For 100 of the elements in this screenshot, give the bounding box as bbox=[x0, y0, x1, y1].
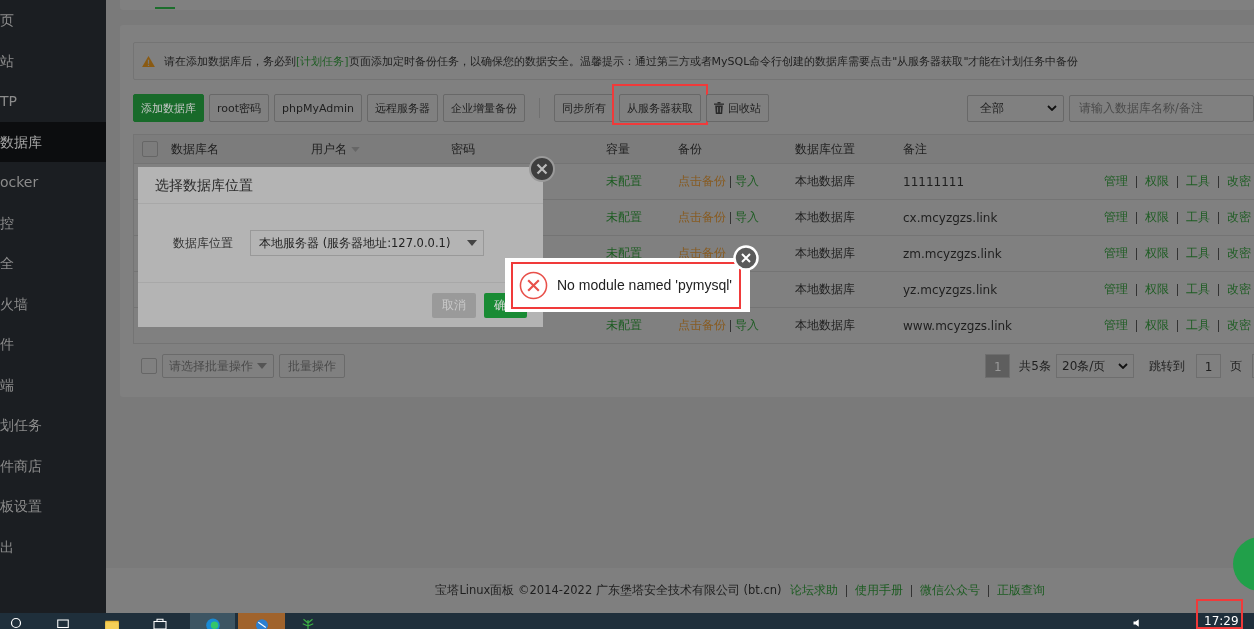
sidebar-item[interactable]: 划任务 bbox=[0, 405, 106, 446]
taskbar-app-button[interactable] bbox=[190, 613, 235, 629]
row-action-link[interactable]: 管理 bbox=[1104, 317, 1128, 334]
search-icon[interactable] bbox=[8, 617, 24, 629]
toolbar-button[interactable]: root密码 bbox=[209, 94, 270, 122]
page-size-select[interactable]: 20条/页 bbox=[1056, 354, 1134, 378]
sidebar-item[interactable]: 数据库 bbox=[0, 121, 106, 162]
warning-icon bbox=[142, 55, 155, 67]
capacity-status: 未配置 bbox=[606, 209, 642, 226]
field-label: 数据库位置 bbox=[173, 234, 233, 252]
row-action-link[interactable]: 改密 bbox=[1227, 281, 1251, 298]
row-action-link[interactable]: 权限 bbox=[1145, 173, 1169, 190]
sidebar-item[interactable]: 控 bbox=[0, 202, 106, 243]
filter-select[interactable]: 全部 bbox=[967, 94, 1064, 122]
row-action-link[interactable]: 改密 bbox=[1227, 317, 1251, 334]
row-action-link[interactable]: 权限 bbox=[1145, 317, 1169, 334]
clock[interactable]: 17:29 bbox=[1204, 614, 1239, 629]
row-action-link[interactable]: 改密 bbox=[1227, 209, 1251, 226]
column-header: 备份 bbox=[677, 140, 703, 158]
footer-link[interactable]: 微信公众号 bbox=[919, 583, 980, 598]
row-action-link[interactable]: 管理 bbox=[1104, 209, 1128, 226]
sidebar-item[interactable]: 件商店 bbox=[0, 445, 106, 486]
column-header: 数据库位置 bbox=[794, 140, 856, 158]
trash-icon bbox=[714, 102, 725, 114]
import-link[interactable]: 导入 bbox=[735, 317, 759, 334]
row-action-link[interactable]: 管理 bbox=[1104, 245, 1128, 262]
sidebar-item[interactable]: 板设置 bbox=[0, 486, 106, 527]
table-cell-text: cx.mcyzgzs.link bbox=[902, 210, 999, 225]
sidebar-item[interactable]: TP bbox=[0, 81, 106, 122]
toolbar-button[interactable]: phpMyAdmin bbox=[274, 94, 363, 122]
footer-link[interactable]: 使用手册 bbox=[854, 583, 903, 598]
row-action-link[interactable]: 改密 bbox=[1227, 173, 1251, 190]
column-header: 容量 bbox=[605, 140, 631, 158]
error-message: No module named 'pymysql' bbox=[557, 277, 732, 293]
row-action-link[interactable]: 管理 bbox=[1104, 173, 1128, 190]
footer-link[interactable]: 正版查询 bbox=[996, 583, 1045, 598]
toolbar-button[interactable]: 添加数据库 bbox=[133, 94, 204, 122]
toolbar-button[interactable]: 企业增量备份 bbox=[443, 94, 526, 122]
column-header: 备注 bbox=[902, 140, 928, 158]
chevron-icon bbox=[1118, 363, 1128, 369]
column-header: 密码 bbox=[450, 140, 476, 158]
row-action-link[interactable]: 工具 bbox=[1186, 281, 1210, 298]
page-button[interactable]: 1 bbox=[985, 354, 1011, 378]
toolbar-button[interactable]: 同步所有 bbox=[554, 94, 615, 122]
sidebar-item[interactable]: 页 bbox=[0, 0, 106, 41]
chevron-icon bbox=[1047, 105, 1057, 111]
jump-page-field[interactable]: 1 bbox=[1196, 354, 1221, 378]
row-action-link[interactable]: 改密 bbox=[1227, 245, 1251, 262]
table-cell-text: yz.mcyzgzs.link bbox=[902, 282, 999, 297]
total-count: 共5条 bbox=[1019, 357, 1051, 375]
sidebar-item[interactable]: 出 bbox=[0, 526, 106, 567]
sidebar-item[interactable]: 件 bbox=[0, 324, 106, 365]
caret-icon bbox=[257, 363, 267, 369]
import-link[interactable]: 导入 bbox=[735, 209, 759, 226]
column-header[interactable]: 用户名 bbox=[306, 140, 446, 158]
capacity-status: 未配置 bbox=[606, 317, 642, 334]
row-action-link[interactable]: 管理 bbox=[1104, 281, 1128, 298]
capacity-status: 未配置 bbox=[606, 245, 642, 262]
jump-label: 跳转到 bbox=[1149, 357, 1185, 375]
table-cell-text: 本地数据库 bbox=[794, 173, 856, 190]
scheduled-task-link[interactable]: [计划任务] bbox=[296, 54, 349, 68]
row-action-link[interactable]: 工具 bbox=[1186, 317, 1210, 334]
error-icon bbox=[519, 270, 548, 300]
import-link[interactable]: 导入 bbox=[735, 173, 759, 190]
toolbar-button[interactable]: 从服务器获取 bbox=[619, 94, 702, 122]
plant-icon[interactable] bbox=[300, 617, 316, 629]
sidebar-item[interactable]: 全 bbox=[0, 243, 106, 284]
sidebar-item[interactable]: ocker bbox=[0, 162, 106, 203]
toolbar-button[interactable]: 远程服务器 bbox=[367, 94, 439, 122]
table-cell-text: www.mcyzgzs.link bbox=[902, 318, 1014, 333]
column-header: 数据库名 bbox=[170, 140, 220, 158]
select-checkbox[interactable] bbox=[141, 358, 157, 374]
copyright-text: 宝塔Linux面板 ©2014-2022 广东堡塔安全技术有限公司 (bt.cn) bbox=[435, 583, 782, 598]
row-action-link[interactable]: 权限 bbox=[1145, 281, 1169, 298]
sidebar-item[interactable]: 站 bbox=[0, 40, 106, 81]
recycle-bin-button[interactable]: 回收站 bbox=[706, 94, 770, 122]
table-cell-text: 本地数据库 bbox=[794, 281, 856, 298]
task-view-icon[interactable] bbox=[55, 617, 71, 629]
backup-link[interactable]: 点击备份 bbox=[678, 209, 726, 226]
shopping-bag-icon[interactable] bbox=[152, 617, 168, 629]
page-unit: 页 bbox=[1230, 357, 1242, 375]
table-cell-text: 本地数据库 bbox=[794, 245, 856, 262]
footer-link[interactable]: 论坛求助 bbox=[789, 583, 838, 598]
sidebar-item[interactable]: 端 bbox=[0, 364, 106, 405]
table-cell-text: 本地数据库 bbox=[794, 209, 856, 226]
table-cell-text: 本地数据库 bbox=[794, 317, 856, 334]
tab-indicator bbox=[155, 7, 175, 9]
row-action-link[interactable]: 工具 bbox=[1186, 209, 1210, 226]
table-cell-text: zm.mcyzgzs.link bbox=[902, 246, 1003, 261]
row-action-link[interactable]: 工具 bbox=[1186, 173, 1210, 190]
location-select[interactable]: 本地服务器 (服务器地址:127.0.0.1) bbox=[250, 230, 484, 256]
row-action-link[interactable]: 权限 bbox=[1145, 209, 1169, 226]
capacity-status: 未配置 bbox=[606, 173, 642, 190]
caret-icon bbox=[467, 240, 477, 246]
row-action-link[interactable]: 工具 bbox=[1186, 245, 1210, 262]
row-action-link[interactable]: 权限 bbox=[1145, 245, 1169, 262]
backup-link[interactable]: 点击备份 bbox=[678, 317, 726, 334]
sidebar-item[interactable]: 火墙 bbox=[0, 283, 106, 324]
backup-link[interactable]: 点击备份 bbox=[678, 173, 726, 190]
table-cell-text: 11111111 bbox=[902, 174, 966, 189]
